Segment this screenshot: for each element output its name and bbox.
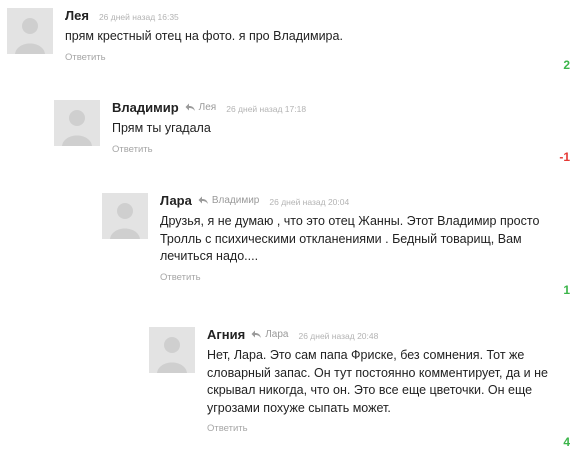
comment-author[interactable]: Лара [160,193,192,208]
comment-meta: Лея 26 дней назад 16:35 [65,8,565,24]
comment-author[interactable]: Лея [65,8,89,23]
comment-body: Лея 26 дней назад 16:35 прям крестный от… [65,8,565,63]
reply-button[interactable]: Ответить [112,144,552,155]
comment-score: 1 [563,283,570,297]
comment-author[interactable]: Владимир [112,100,179,115]
comment-score: -1 [559,150,570,164]
comment-score: 2 [563,58,570,72]
reply-arrow-icon [185,103,195,111]
reply-button[interactable]: Ответить [65,52,565,63]
avatar-icon[interactable] [149,327,195,373]
comment-score: 4 [563,435,570,449]
comment: Владимир Лея 26 дней назад 17:18 Прям ты… [54,100,577,166]
comment-body: Лара Владимир 26 дней назад 20:04 Друзья… [160,193,550,283]
reply-arrow-icon [251,330,262,338]
reply-arrow-icon [198,196,208,204]
comment-meta: Агния Лара 26 дней назад 20:48 [207,327,567,343]
reply-to-name: Владимир [211,195,260,206]
comment-author[interactable]: Агния [207,327,245,342]
comments-page: { "comments": [ { "author": "Лея", "repl… [0,0,584,463]
comment-text: прям крестный отец на фото. я про Владим… [65,29,343,43]
comment-meta: Лара Владимир 26 дней назад 20:04 [160,193,550,209]
comment-time: 26 дней назад 20:48 [298,331,379,341]
comment: Агния Лара 26 дней назад 20:48 Нет, Лара… [149,327,577,455]
comment-body: Агния Лара 26 дней назад 20:48 Нет, Лара… [207,327,567,434]
avatar-icon[interactable] [102,193,148,239]
reply-to[interactable]: Владимир [198,195,260,206]
comment-time: 26 дней назад 20:04 [269,197,350,207]
reply-to-name: Лея [198,102,217,113]
comment-text: Нет, Лара. Это сам папа Фриске, без сомн… [207,348,548,415]
comment-body: Владимир Лея 26 дней назад 17:18 Прям ты… [112,100,552,155]
reply-to-name: Лара [265,329,289,340]
comment-time: 26 дней назад 16:35 [98,12,179,22]
avatar-icon[interactable] [54,100,100,146]
comment-meta: Владимир Лея 26 дней назад 17:18 [112,100,552,116]
comment: Лара Владимир 26 дней назад 20:04 Друзья… [102,193,577,299]
comment-text: Друзья, я не думаю , что это отец Жанны.… [160,214,540,263]
avatar-icon[interactable] [7,8,53,54]
reply-button[interactable]: Ответить [160,272,550,283]
comment-text: Прям ты угадала [112,121,211,135]
reply-button[interactable]: Ответить [207,423,567,434]
comment: Лея 26 дней назад 16:35 прям крестный от… [7,8,577,74]
reply-to[interactable]: Лея [185,102,217,113]
comment-time: 26 дней назад 17:18 [226,104,307,114]
reply-to[interactable]: Лара [251,329,288,340]
